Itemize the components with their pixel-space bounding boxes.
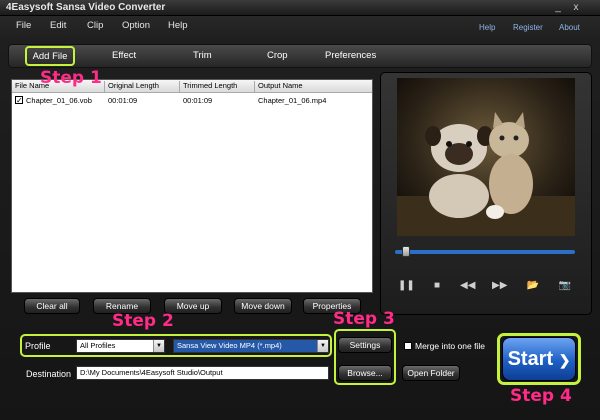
- chevron-down-icon[interactable]: ▼: [153, 340, 164, 352]
- start-label: Start: [507, 348, 554, 370]
- open-folder-button[interactable]: Open Folder: [402, 365, 460, 381]
- table-row[interactable]: ✓ Chapter_01_06.vob 00:01:09 00:01:09 Ch…: [12, 94, 372, 107]
- cell-trimmed-length: 00:01:09: [183, 96, 213, 105]
- destination-input[interactable]: D:\My Documents\4Easysoft Studio\Output: [76, 366, 329, 380]
- menu-help[interactable]: Help: [168, 20, 188, 31]
- profile-label: Profile: [25, 341, 51, 351]
- menu-option[interactable]: Option: [122, 20, 150, 31]
- column-output-name[interactable]: Output Name: [255, 81, 372, 92]
- cell-file-name: Chapter_01_06.vob: [26, 96, 92, 105]
- fast-forward-icon[interactable]: ▶▶: [492, 280, 507, 292]
- preview-frame-image: [397, 78, 575, 236]
- profile-select[interactable]: Sansa View Video MP4 (*.mp4) ▼: [173, 339, 329, 353]
- cell-original-length: 00:01:09: [108, 96, 138, 105]
- step1-annotation: Step 1: [40, 68, 102, 88]
- chevron-right-icon: ❯: [558, 352, 571, 368]
- minimize-button[interactable]: _: [552, 2, 564, 13]
- profile-value: Sansa View Video MP4 (*.mp4): [177, 341, 282, 350]
- cell-output-name: Chapter_01_06.mp4: [258, 96, 327, 105]
- about-link[interactable]: About: [559, 23, 580, 32]
- stop-icon[interactable]: ■: [430, 280, 444, 292]
- column-trimmed-length[interactable]: Trimmed Length: [180, 81, 255, 92]
- menu-edit[interactable]: Edit: [50, 20, 66, 31]
- merge-checkbox[interactable]: [404, 342, 412, 350]
- app-window: 4Easysoft Sansa Video Converter _ x File…: [0, 0, 600, 420]
- destination-value: D:\My Documents\4Easysoft Studio\Output: [80, 368, 223, 377]
- help-link[interactable]: Help: [479, 23, 495, 32]
- browse-button[interactable]: Browse...: [338, 365, 392, 381]
- title-bar: 4Easysoft Sansa Video Converter _ x: [0, 0, 600, 16]
- snapshot-icon[interactable]: 📷: [556, 280, 574, 292]
- profile-category-select[interactable]: All Profiles ▼: [76, 339, 165, 353]
- column-original-length[interactable]: Original Length: [105, 81, 180, 92]
- effect-button[interactable]: Effect: [112, 50, 136, 61]
- main-toolbar: Add File Effect Trim Crop Preferences: [8, 44, 592, 68]
- add-file-button[interactable]: Add File: [25, 46, 75, 66]
- window-title: 4Easysoft Sansa Video Converter: [6, 2, 166, 13]
- seek-bar[interactable]: [395, 250, 575, 254]
- row-checkbox[interactable]: ✓: [15, 96, 23, 105]
- seek-handle[interactable]: [402, 246, 411, 257]
- pause-icon[interactable]: ❚❚: [398, 280, 415, 292]
- menu-clip[interactable]: Clip: [87, 20, 103, 31]
- start-button[interactable]: Start ❯: [502, 337, 576, 381]
- rewind-icon[interactable]: ◀◀: [460, 280, 475, 292]
- trim-button[interactable]: Trim: [193, 50, 212, 61]
- step4-annotation: Step 4: [510, 386, 572, 406]
- crop-button[interactable]: Crop: [267, 50, 288, 61]
- step3-annotation: Step 3: [333, 309, 395, 329]
- move-down-button[interactable]: Move down: [234, 298, 292, 314]
- menu-file[interactable]: File: [16, 20, 31, 31]
- settings-button[interactable]: Settings: [338, 337, 392, 353]
- menu-bar: File Edit Clip Option Help Help Register…: [0, 16, 600, 36]
- clear-all-button[interactable]: Clear all: [24, 298, 80, 314]
- open-folder-icon[interactable]: 📂: [524, 280, 542, 292]
- video-preview: [397, 78, 575, 236]
- step2-annotation: Step 2: [112, 311, 174, 331]
- destination-label: Destination: [26, 369, 72, 379]
- profile-category-value: All Profiles: [80, 341, 116, 350]
- chevron-down-icon[interactable]: ▼: [317, 340, 328, 352]
- close-button[interactable]: x: [570, 2, 582, 13]
- register-link[interactable]: Register: [513, 23, 543, 32]
- preferences-button[interactable]: Preferences: [325, 50, 376, 61]
- file-list[interactable]: File Name Original Length Trimmed Length…: [11, 79, 373, 293]
- merge-label: Merge into one file: [415, 341, 485, 351]
